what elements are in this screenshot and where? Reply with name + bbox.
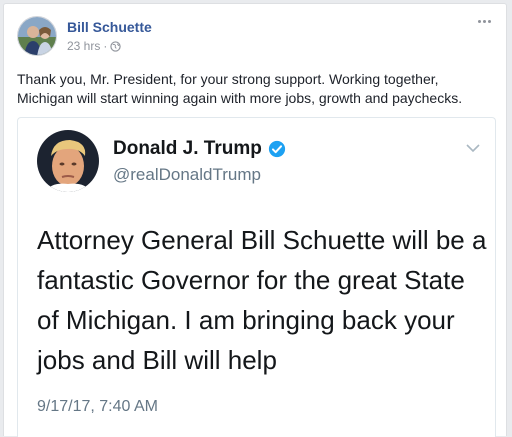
post-author-name[interactable]: Bill Schuette [67, 19, 152, 35]
chevron-down-icon[interactable] [465, 142, 481, 154]
embedded-tweet[interactable]: Donald J. Trump @realDonaldTrump Attorne… [17, 117, 496, 437]
facebook-post: Bill Schuette 23 hrs · Thank you, Mr. Pr… [3, 3, 507, 437]
meta-separator: · [103, 39, 108, 53]
tweet-author: Donald J. Trump [113, 138, 286, 160]
tweet-author-name[interactable]: Donald J. Trump [113, 138, 262, 160]
tweet-avatar[interactable] [37, 130, 99, 192]
post-time[interactable]: 23 hrs [67, 39, 100, 53]
verified-badge-icon [268, 140, 285, 158]
tweet-handle[interactable]: @realDonaldTrump [113, 165, 261, 185]
tweet-date[interactable]: 9/17/17, 7:40 AM [37, 398, 158, 416]
author-avatar[interactable] [17, 16, 57, 56]
tweet-text: Attorney General Bill Schuette will be a… [37, 225, 487, 375]
more-options-icon[interactable] [474, 14, 494, 28]
post-text: Thank you, Mr. President, for your stron… [17, 71, 463, 106]
globe-icon [110, 40, 122, 52]
post-meta: 23 hrs · [67, 39, 122, 53]
